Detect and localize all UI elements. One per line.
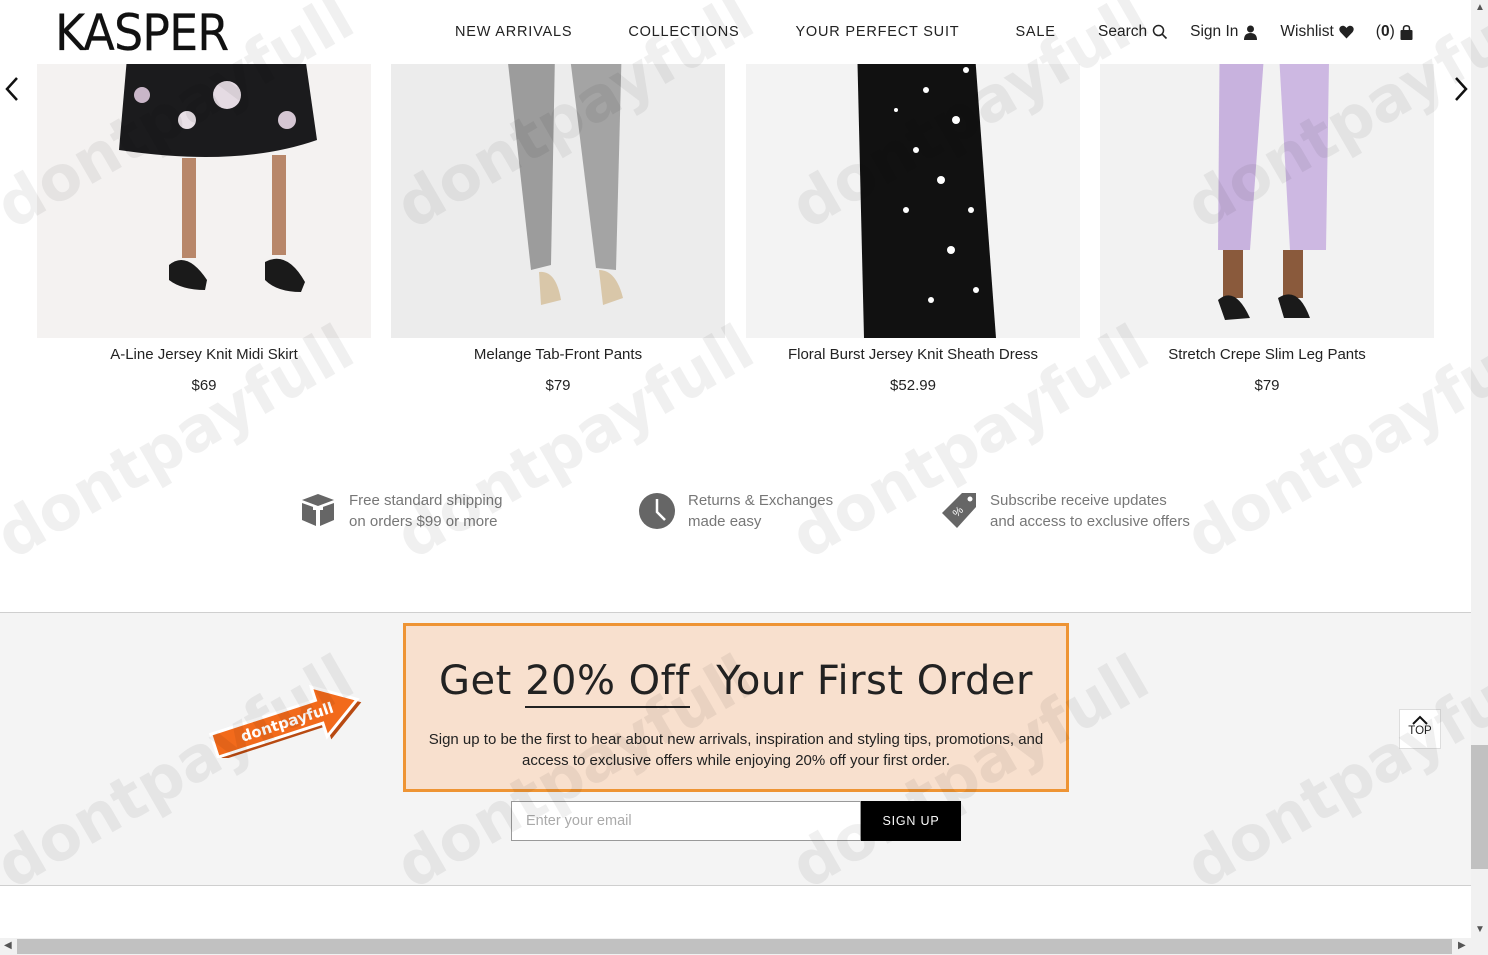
- product-name[interactable]: A-Line Jersey Knit Midi Skirt: [37, 346, 371, 363]
- back-to-top-label: TOP: [1408, 725, 1432, 737]
- carousel-prev-button[interactable]: [2, 76, 22, 102]
- dontpayfull-sticker: dontpayfull: [200, 683, 368, 761]
- promo-title-post: Your First Order: [689, 658, 1033, 704]
- scroll-left-arrow-icon[interactable]: ◀: [4, 940, 12, 951]
- product-price: $69: [191, 377, 217, 394]
- heart-icon: [1339, 25, 1354, 39]
- benefit-line: and access to exclusive offers: [990, 513, 1190, 530]
- product-name[interactable]: Stretch Crepe Slim Leg Pants: [1100, 346, 1434, 363]
- horizontal-scrollbar-thumb[interactable]: [17, 939, 1452, 954]
- scroll-down-arrow-icon[interactable]: ▼: [1475, 924, 1485, 935]
- chevron-right-icon: [1455, 77, 1468, 101]
- nav-your-perfect-suit[interactable]: YOUR PERFECT SUIT: [795, 22, 959, 42]
- page: A-Line Jersey Knit Midi Skirt $69 Melang…: [0, 0, 1488, 955]
- search-button[interactable]: Search: [1098, 22, 1168, 42]
- wishlist-button[interactable]: Wishlist: [1280, 22, 1354, 42]
- benefit-subscribe: % Subscribe receive updates and access t…: [940, 490, 1190, 532]
- benefit-line: Returns & Exchanges: [688, 492, 834, 509]
- cart-count: 0: [1380, 23, 1390, 40]
- nav-sale[interactable]: SALE: [1015, 22, 1055, 42]
- nav-new-arrivals[interactable]: NEW ARRIVALS: [455, 22, 572, 42]
- cart-button[interactable]: (0): [1376, 22, 1413, 42]
- product-name[interactable]: Floral Burst Jersey Knit Sheath Dress: [746, 346, 1080, 363]
- back-to-top-button[interactable]: TOP: [1399, 709, 1441, 749]
- chevron-left-icon: [5, 77, 18, 101]
- promo-title-highlight: 20% Off: [525, 658, 690, 708]
- vertical-scrollbar[interactable]: ▲ ▼: [1471, 0, 1488, 938]
- benefit-line: on orders $99 or more: [349, 513, 498, 530]
- header-utilities: Search Sign In Wishlist (0): [1098, 22, 1435, 42]
- sign-up-button[interactable]: SIGN UP: [861, 801, 961, 841]
- product-name[interactable]: Melange Tab-Front Pants: [391, 346, 725, 363]
- tag-icon: %: [942, 493, 976, 528]
- benefit-shipping: Free standard shipping on orders $99 or …: [299, 490, 502, 532]
- chevron-up-icon: [1412, 715, 1428, 725]
- sign-in-button[interactable]: Sign In: [1190, 22, 1258, 42]
- promo-description: Sign up to be the first to hear about ne…: [428, 731, 1044, 769]
- user-icon: [1244, 25, 1258, 40]
- promo-title: Get 20% Off Your First Order: [406, 658, 1066, 708]
- product-price: $79: [1254, 377, 1280, 394]
- nav-collections[interactable]: COLLECTIONS: [628, 22, 739, 42]
- clock-icon: [639, 493, 675, 529]
- benefits-bar: Free standard shipping on orders $99 or …: [0, 490, 1471, 540]
- email-field[interactable]: [511, 801, 861, 841]
- search-icon: [1152, 24, 1168, 40]
- product-price: $52.99: [890, 377, 936, 394]
- search-label: Search: [1098, 23, 1148, 40]
- product-price: $79: [545, 377, 571, 394]
- box-icon: [302, 494, 334, 526]
- sign-in-label: Sign In: [1190, 23, 1239, 40]
- newsletter-form: SIGN UP: [511, 801, 961, 841]
- benefit-returns: Returns & Exchanges made easy: [638, 490, 833, 532]
- benefit-line: Subscribe receive updates: [990, 492, 1167, 509]
- vertical-scrollbar-thumb[interactable]: [1471, 745, 1488, 869]
- promo-box: Get 20% Off Your First Order Sign up to …: [403, 623, 1069, 792]
- shopping-bag-icon: [1400, 24, 1413, 40]
- benefit-line: Free standard shipping: [349, 492, 503, 509]
- promo-title-pre: Get: [439, 658, 526, 704]
- horizontal-scrollbar[interactable]: ◀ ▶: [0, 938, 1488, 955]
- wishlist-label: Wishlist: [1280, 23, 1334, 40]
- site-header: KASPER NEW ARRIVALS COLLECTIONS YOUR PER…: [0, 0, 1471, 64]
- main-nav: NEW ARRIVALS COLLECTIONS YOUR PERFECT SU…: [455, 22, 1112, 42]
- kasper-logo[interactable]: KASPER: [55, 8, 229, 58]
- carousel-next-button[interactable]: [1451, 76, 1471, 102]
- footer-divider: [0, 885, 1471, 886]
- scroll-up-arrow-icon[interactable]: ▲: [1475, 2, 1485, 13]
- benefit-line: made easy: [688, 513, 762, 530]
- cart-close-paren: ): [1389, 23, 1395, 40]
- scroll-right-arrow-icon[interactable]: ▶: [1458, 940, 1466, 951]
